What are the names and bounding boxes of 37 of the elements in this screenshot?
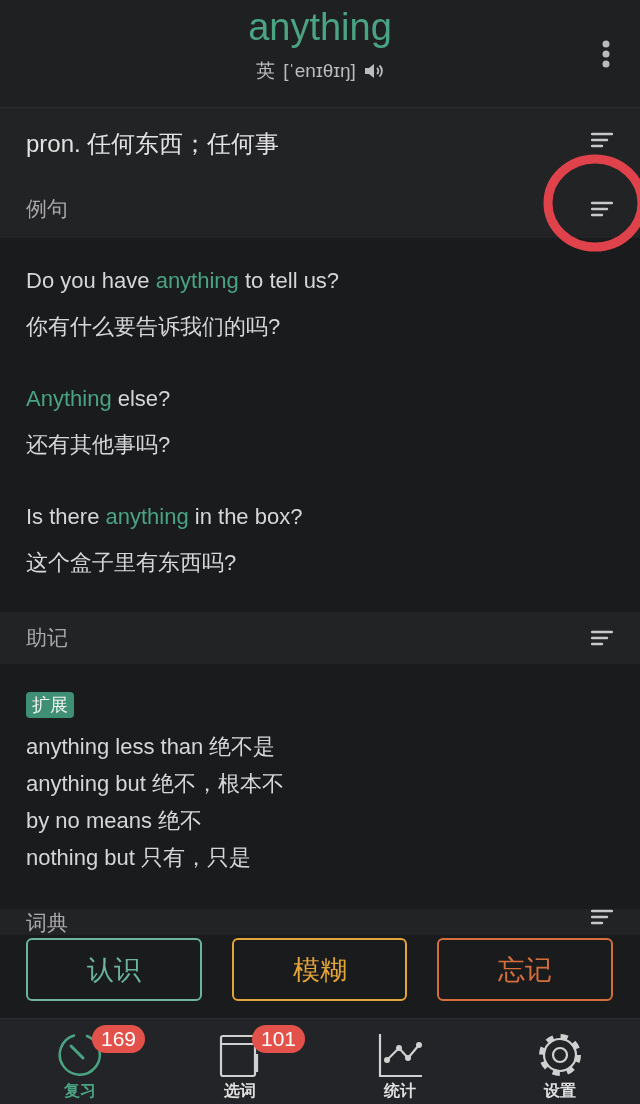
example-sentence: Is there anything in the box? <box>26 503 304 531</box>
answer-button[interactable]: 忘记 <box>437 938 613 1001</box>
accent-label: 英 <box>256 59 276 83</box>
gauge-icon <box>57 1032 103 1078</box>
example-translation: 这个盒子里有东西吗? <box>26 549 238 577</box>
section-title: 助记 <box>26 625 68 651</box>
settings-icon <box>537 1032 583 1078</box>
sort-icon[interactable] <box>591 630 613 646</box>
phrase-line: nothing but 只有，只是 <box>26 844 252 872</box>
section-title: 例句 <box>26 196 68 222</box>
tab[interactable]: 复习 169 <box>0 1019 160 1104</box>
phrase-line: anything less than 绝不是 <box>26 733 277 761</box>
example-sentence: Do you have anything to tell us? <box>26 267 341 295</box>
phrase-line: by no means 绝不 <box>26 807 204 835</box>
count-badge: 101 <box>252 1025 306 1053</box>
example-sentence: Anything else? <box>26 385 172 413</box>
tab[interactable]: 设置 <box>480 1019 640 1104</box>
meaning-text: pron. 任何东西；任何事 <box>26 129 280 159</box>
speaker-icon[interactable] <box>363 63 384 79</box>
phonetic-text: [ˈenɪθɪŋ] <box>283 60 356 82</box>
answer-button[interactable]: 模糊 <box>231 938 408 1001</box>
tab[interactable]: 统计 <box>320 1019 480 1104</box>
word-title: anything <box>248 5 392 50</box>
section-title: 词典 <box>26 910 68 935</box>
example-translation: 你有什么要告诉我们的吗? <box>26 313 282 341</box>
tab[interactable]: 选词 101 <box>160 1019 320 1104</box>
more-icon[interactable] <box>602 40 610 68</box>
sort-icon[interactable] <box>591 909 613 925</box>
sort-icon[interactable] <box>591 201 613 217</box>
extension-tag: 扩展 <box>26 692 74 718</box>
example-translation: 还有其他事吗? <box>26 431 172 459</box>
count-badge: 169 <box>92 1025 146 1053</box>
window-icon <box>219 1034 261 1078</box>
answer-button[interactable]: 认识 <box>26 938 202 1001</box>
sort-icon[interactable] <box>591 132 613 148</box>
line-chart-icon <box>377 1032 423 1078</box>
phrase-line: anything but 绝不，根本不 <box>26 770 285 798</box>
